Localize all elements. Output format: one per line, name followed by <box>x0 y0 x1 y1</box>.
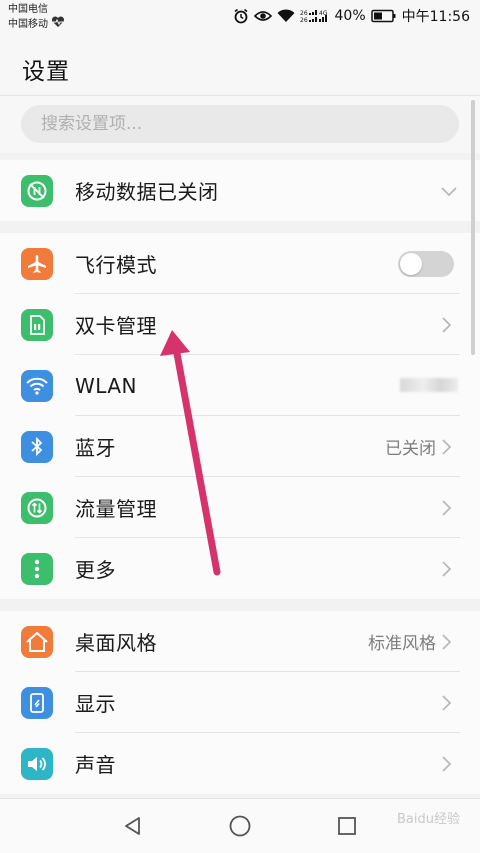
back-icon[interactable] <box>118 811 148 841</box>
watermark: Baidu经验 <box>397 812 460 827</box>
home-icon[interactable] <box>225 811 255 841</box>
annotation-arrow <box>160 330 221 576</box>
recents-icon[interactable] <box>332 811 362 841</box>
